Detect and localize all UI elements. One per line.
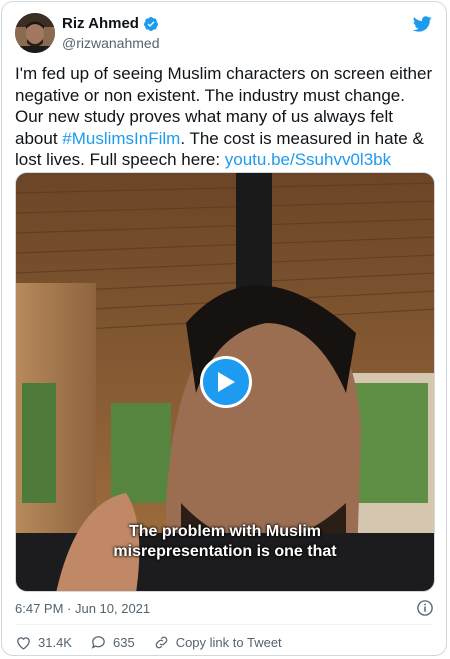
author-names: Riz Ahmed @rizwanahmed xyxy=(62,15,159,51)
copy-link-button[interactable]: Copy link to Tweet xyxy=(153,634,282,651)
play-icon xyxy=(218,372,235,392)
play-button[interactable] xyxy=(200,356,252,408)
avatar[interactable] xyxy=(15,13,55,53)
author-handle[interactable]: @rizwanahmed xyxy=(62,35,159,51)
subtitle-line-2: misrepresentation is one that xyxy=(113,543,337,560)
verified-icon xyxy=(143,16,159,32)
tweet-header: Riz Ahmed @rizwanahmed xyxy=(15,13,433,53)
twitter-bird-icon[interactable] xyxy=(411,14,433,34)
subtitle-line-1: The problem with Muslim xyxy=(128,523,321,540)
reply-count: 635 xyxy=(112,635,135,650)
video-subtitle: The problem with Muslim misrepresentatio… xyxy=(16,522,434,562)
reply-icon xyxy=(91,636,105,649)
link-icon xyxy=(155,636,168,649)
info-icon[interactable] xyxy=(416,599,434,617)
hashtag-link[interactable]: #MuslimsInFilm xyxy=(62,129,180,148)
like-count: 31.4K xyxy=(38,635,72,650)
reply-button[interactable]: 635 xyxy=(90,634,135,651)
tweet-card: Riz Ahmed @rizwanahmed I'm fed up of see… xyxy=(1,1,447,656)
tweet-actions: 31.4K 635 Copy link to Tweet xyxy=(15,634,300,651)
divider xyxy=(15,624,433,625)
author-display-name[interactable]: Riz Ahmed xyxy=(62,15,139,32)
like-button[interactable]: 31.4K xyxy=(15,634,72,651)
copy-link-label: Copy link to Tweet xyxy=(175,635,282,650)
video-player[interactable]: The problem with Muslim misrepresentatio… xyxy=(15,172,435,592)
heart-icon xyxy=(17,637,30,650)
tweet-text: I'm fed up of seeing Muslim characters o… xyxy=(15,63,435,171)
tweet-timestamp[interactable]: 6:47 PM · Jun 10, 2021 xyxy=(15,601,150,616)
url-link[interactable]: youtu.be/Ssuhvv0l3bk xyxy=(225,150,391,169)
